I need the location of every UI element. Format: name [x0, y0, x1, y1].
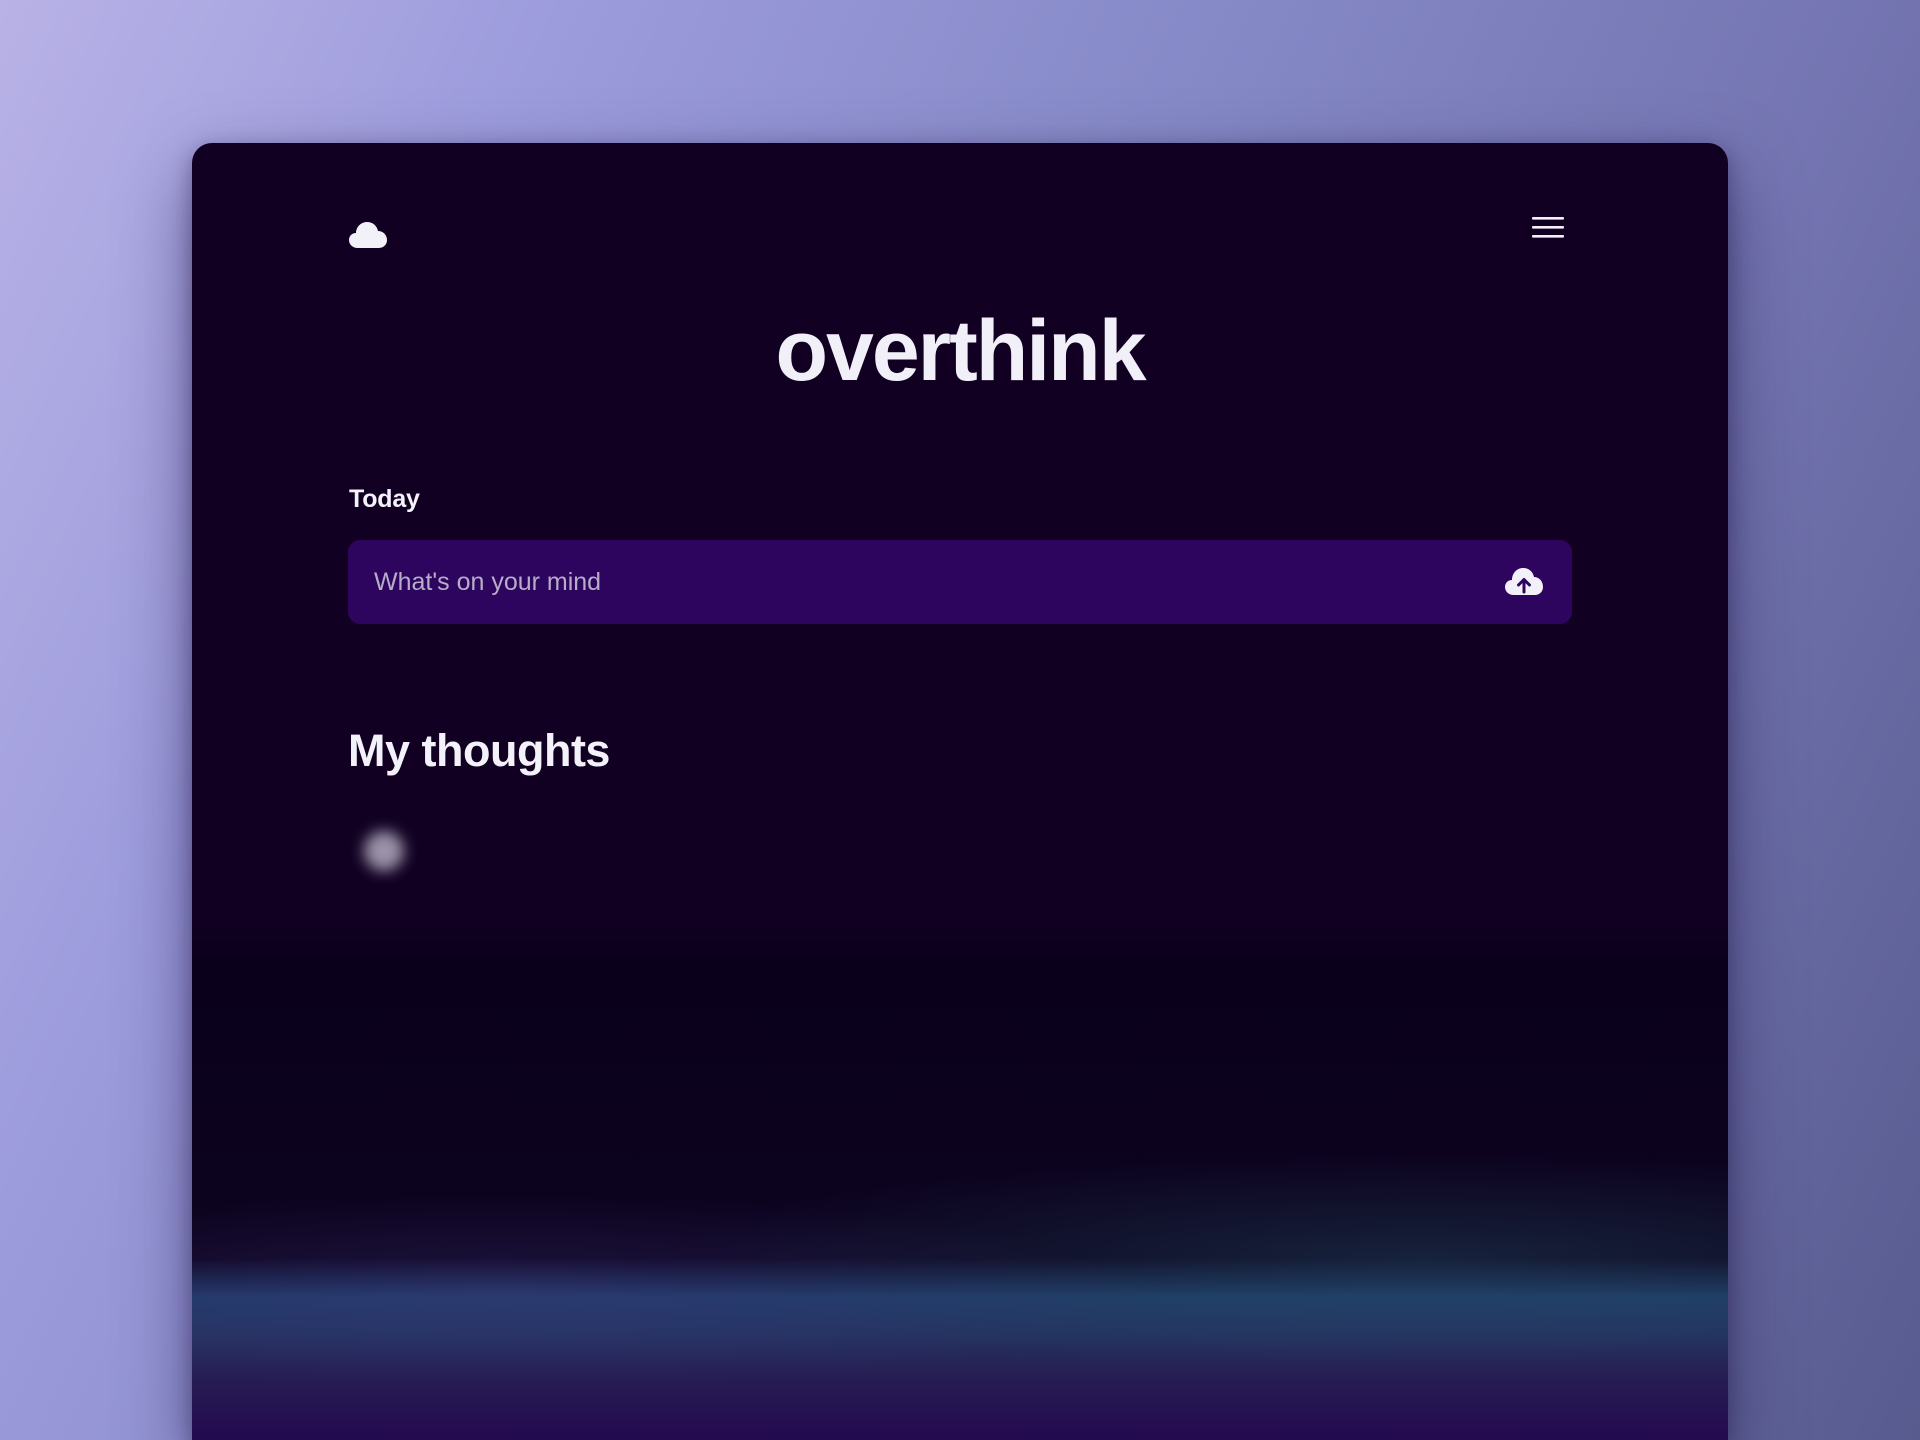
- hamburger-menu-icon: [1532, 217, 1564, 238]
- app-title: overthink: [775, 303, 1146, 399]
- thought-status-dot: [364, 831, 404, 871]
- today-label: Today: [349, 485, 420, 513]
- app-window: overthink Today My thoughts: [192, 143, 1728, 1440]
- aurora-glow: [192, 1140, 1728, 1440]
- my-thoughts-heading: My thoughts: [348, 725, 610, 776]
- menu-button[interactable]: [1528, 211, 1568, 245]
- thought-input-bar: [348, 540, 1572, 624]
- cloud-upload-icon: [1505, 568, 1543, 595]
- submit-thought-button[interactable]: [1504, 564, 1544, 600]
- thought-list-item[interactable]: [364, 823, 884, 913]
- thought-input[interactable]: [374, 540, 1474, 624]
- cloud-icon[interactable]: [348, 218, 388, 252]
